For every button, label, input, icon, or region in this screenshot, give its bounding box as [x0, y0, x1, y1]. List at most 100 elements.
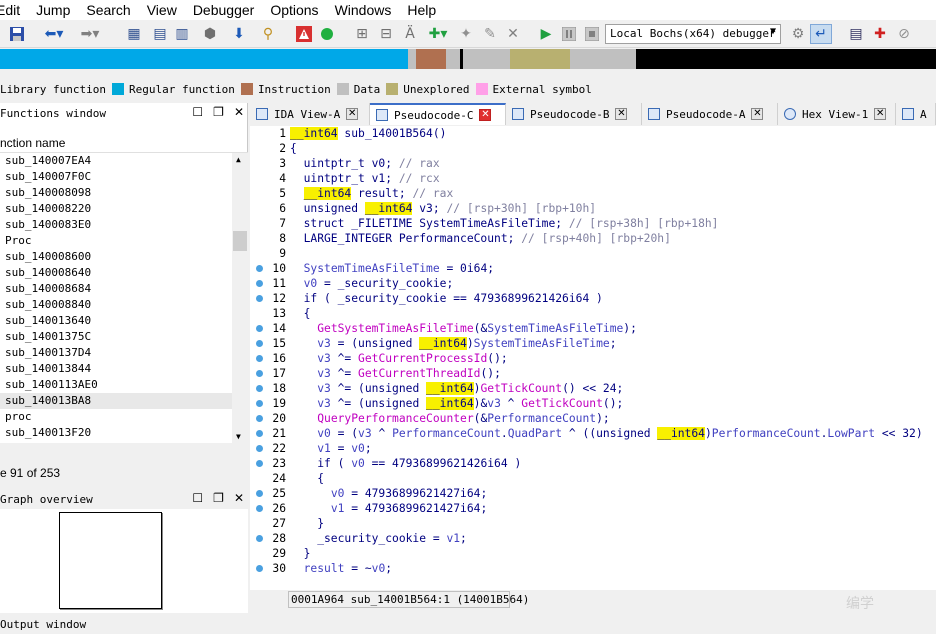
code-line[interactable]: 11 v0 = _security_cookie;: [250, 276, 936, 291]
code-line[interactable]: 13 {: [250, 306, 936, 321]
list-strings-icon[interactable]: ▥: [172, 24, 192, 44]
tab-structures[interactable]: A: [896, 103, 936, 125]
options-icon[interactable]: ▤: [846, 24, 866, 44]
menu-help[interactable]: Help: [399, 2, 444, 18]
start-debugger-icon[interactable]: ▶: [538, 24, 554, 44]
tab-pseudocode-a[interactable]: Pseudocode-A ✕: [642, 103, 778, 125]
tab-pseudocode-c[interactable]: Pseudocode-C ✕: [370, 103, 506, 125]
breakpoint-dot-icon[interactable]: [256, 460, 263, 467]
menu-view[interactable]: View: [139, 2, 185, 18]
pseudocode-view[interactable]: 1 __int64 sub_14001B564() 2{3 uintptr_t v0…: [250, 126, 936, 590]
breakpoint-list-icon[interactable]: ✚: [870, 24, 890, 44]
menu-debugger[interactable]: Debugger: [185, 2, 263, 18]
breakpoint-dot-icon[interactable]: [256, 535, 263, 542]
close-icon[interactable]: ✕: [751, 108, 764, 120]
stop-icon[interactable]: [583, 24, 601, 44]
restore-icon[interactable]: ☐: [192, 105, 203, 119]
tab-ida-view-a[interactable]: IDA View-A ✕: [250, 103, 370, 125]
breakpoint-dot-icon[interactable]: [256, 430, 263, 437]
function-list-item[interactable]: proc: [0, 409, 232, 425]
code-line[interactable]: 5 __int64 result; // rax: [250, 186, 936, 201]
code-line[interactable]: 6 unsigned __int64 v3; // [rsp+30h] [rbp…: [250, 201, 936, 216]
code-line[interactable]: 12 if ( _security_cookie == 479368996214…: [250, 291, 936, 306]
menu-search[interactable]: Search: [78, 2, 138, 18]
function-list-item[interactable]: sub_140007F0C: [0, 169, 232, 185]
run-green-dot-icon[interactable]: [318, 24, 336, 44]
functions-scrollbar[interactable]: ▲ ▼: [232, 153, 248, 443]
tool-icon[interactable]: ✦: [456, 24, 476, 44]
save-icon[interactable]: [8, 24, 26, 44]
close-x-icon[interactable]: ✕: [504, 24, 522, 44]
code-line[interactable]: 19 v3 ^= (unsigned __int64)&v3 ^ GetTick…: [250, 396, 936, 411]
attach-icon[interactable]: ⚙: [788, 24, 808, 44]
output-window-title[interactable]: Output window: [0, 618, 86, 631]
function-list-item[interactable]: sub_140013F20: [0, 425, 232, 441]
code-line[interactable]: 17 v3 ^= GetCurrentThreadId();: [250, 366, 936, 381]
restore-icon[interactable]: ☐: [192, 491, 203, 505]
function-list-item[interactable]: sub_1400083E0: [0, 217, 232, 233]
function-list-item[interactable]: sub_140013640: [0, 313, 232, 329]
breakpoint-dot-icon[interactable]: [256, 505, 263, 512]
list-functions-icon[interactable]: ▤: [150, 24, 170, 44]
breakpoint-dot-icon[interactable]: [256, 280, 263, 287]
scroll-up-icon[interactable]: ▲: [236, 155, 241, 164]
code-line[interactable]: 8 LARGE_INTEGER PerformanceCount; // [rs…: [250, 231, 936, 246]
code-line[interactable]: 16 v3 ^= GetCurrentProcessId();: [250, 351, 936, 366]
code-line[interactable]: 9: [250, 246, 936, 261]
breakpoint-dot-icon[interactable]: [256, 565, 263, 572]
code-line[interactable]: 28 _security_cookie = v1;: [250, 531, 936, 546]
function-list-item[interactable]: sub_1400113AE0: [0, 377, 232, 393]
close-icon[interactable]: ✕: [346, 108, 359, 120]
function-list-item[interactable]: sub_1400137D4: [0, 345, 232, 361]
code-line[interactable]: 18 v3 ^= (unsigned __int64)GetTickCount(…: [250, 381, 936, 396]
menu-edit[interactable]: Edit: [0, 2, 28, 18]
menu-jump[interactable]: Jump: [28, 2, 78, 18]
code-line[interactable]: 14 GetSystemTimeAsFileTime(&SystemTimeAs…: [250, 321, 936, 336]
code-line[interactable]: 29 }: [250, 546, 936, 561]
close-icon[interactable]: ✕: [234, 491, 244, 505]
scrollbar-thumb[interactable]: [233, 231, 247, 251]
float-icon[interactable]: ❐: [213, 105, 224, 119]
function-list-item[interactable]: Proc: [0, 233, 232, 249]
breakpoint-dot-icon[interactable]: [256, 325, 263, 332]
code-line[interactable]: 4 uintptr_t v1; // rcx: [250, 171, 936, 186]
patch-icon[interactable]: ⬢: [200, 24, 220, 44]
breakpoint-dot-icon[interactable]: [256, 445, 263, 452]
pause-icon[interactable]: [560, 24, 578, 44]
function-list-item[interactable]: sub_140008098: [0, 185, 232, 201]
code-line[interactable]: 26 v1 = 47936899621427i64;: [250, 501, 936, 516]
close-icon[interactable]: ✕: [479, 109, 492, 121]
function-list-item[interactable]: sub_140008840: [0, 297, 232, 313]
float-icon[interactable]: ❐: [213, 491, 224, 505]
function-list-item[interactable]: sub_140008684: [0, 281, 232, 297]
code-line[interactable]: 27 }: [250, 516, 936, 531]
code-line[interactable]: 20 QueryPerformanceCounter(&PerformanceC…: [250, 411, 936, 426]
tab-hex-view-1[interactable]: Hex View-1 ✕: [778, 103, 896, 125]
disable-icon[interactable]: ⊘: [894, 24, 914, 44]
code-line[interactable]: 10 SystemTimeAsFileTime = 0i64;: [250, 261, 936, 276]
code-line[interactable]: 30 result = ~v0;: [250, 561, 936, 576]
add-breakpoint-icon[interactable]: ✚▾: [424, 24, 452, 44]
struct-icon[interactable]: ⊟: [376, 24, 396, 44]
code-line[interactable]: 3 uintptr_t v0; // rax: [250, 156, 936, 171]
segment-icon[interactable]: ⊞: [352, 24, 372, 44]
breakpoint-dot-icon[interactable]: [256, 385, 263, 392]
graph-overview-viewport[interactable]: [59, 512, 162, 609]
scroll-down-icon[interactable]: ▼: [236, 432, 241, 441]
function-list-item[interactable]: sub_140013844: [0, 361, 232, 377]
close-icon[interactable]: ✕: [615, 108, 628, 120]
breakpoint-dot-icon[interactable]: [256, 400, 263, 407]
breakpoint-dot-icon[interactable]: [256, 490, 263, 497]
forward-arrow-icon[interactable]: ➡▾: [76, 24, 104, 44]
jump-down-icon[interactable]: ⬇: [230, 24, 248, 44]
tab-pseudocode-b[interactable]: Pseudocode-B ✕: [506, 103, 642, 125]
warning-icon[interactable]: [294, 24, 314, 44]
edit-icon[interactable]: ✎: [480, 24, 500, 44]
function-list-item[interactable]: sub_140007EA4: [0, 153, 232, 169]
menu-options[interactable]: Options: [262, 2, 326, 18]
navigation-band[interactable]: [0, 49, 936, 69]
code-line[interactable]: 21 v0 = (v3 ^ PerformanceCount.QuadPart …: [250, 426, 936, 441]
function-list-item[interactable]: sub_140008600: [0, 249, 232, 265]
code-line[interactable]: 23 if ( v0 == 47936899621426i64 ): [250, 456, 936, 471]
step-into-icon[interactable]: ↵: [810, 24, 832, 44]
